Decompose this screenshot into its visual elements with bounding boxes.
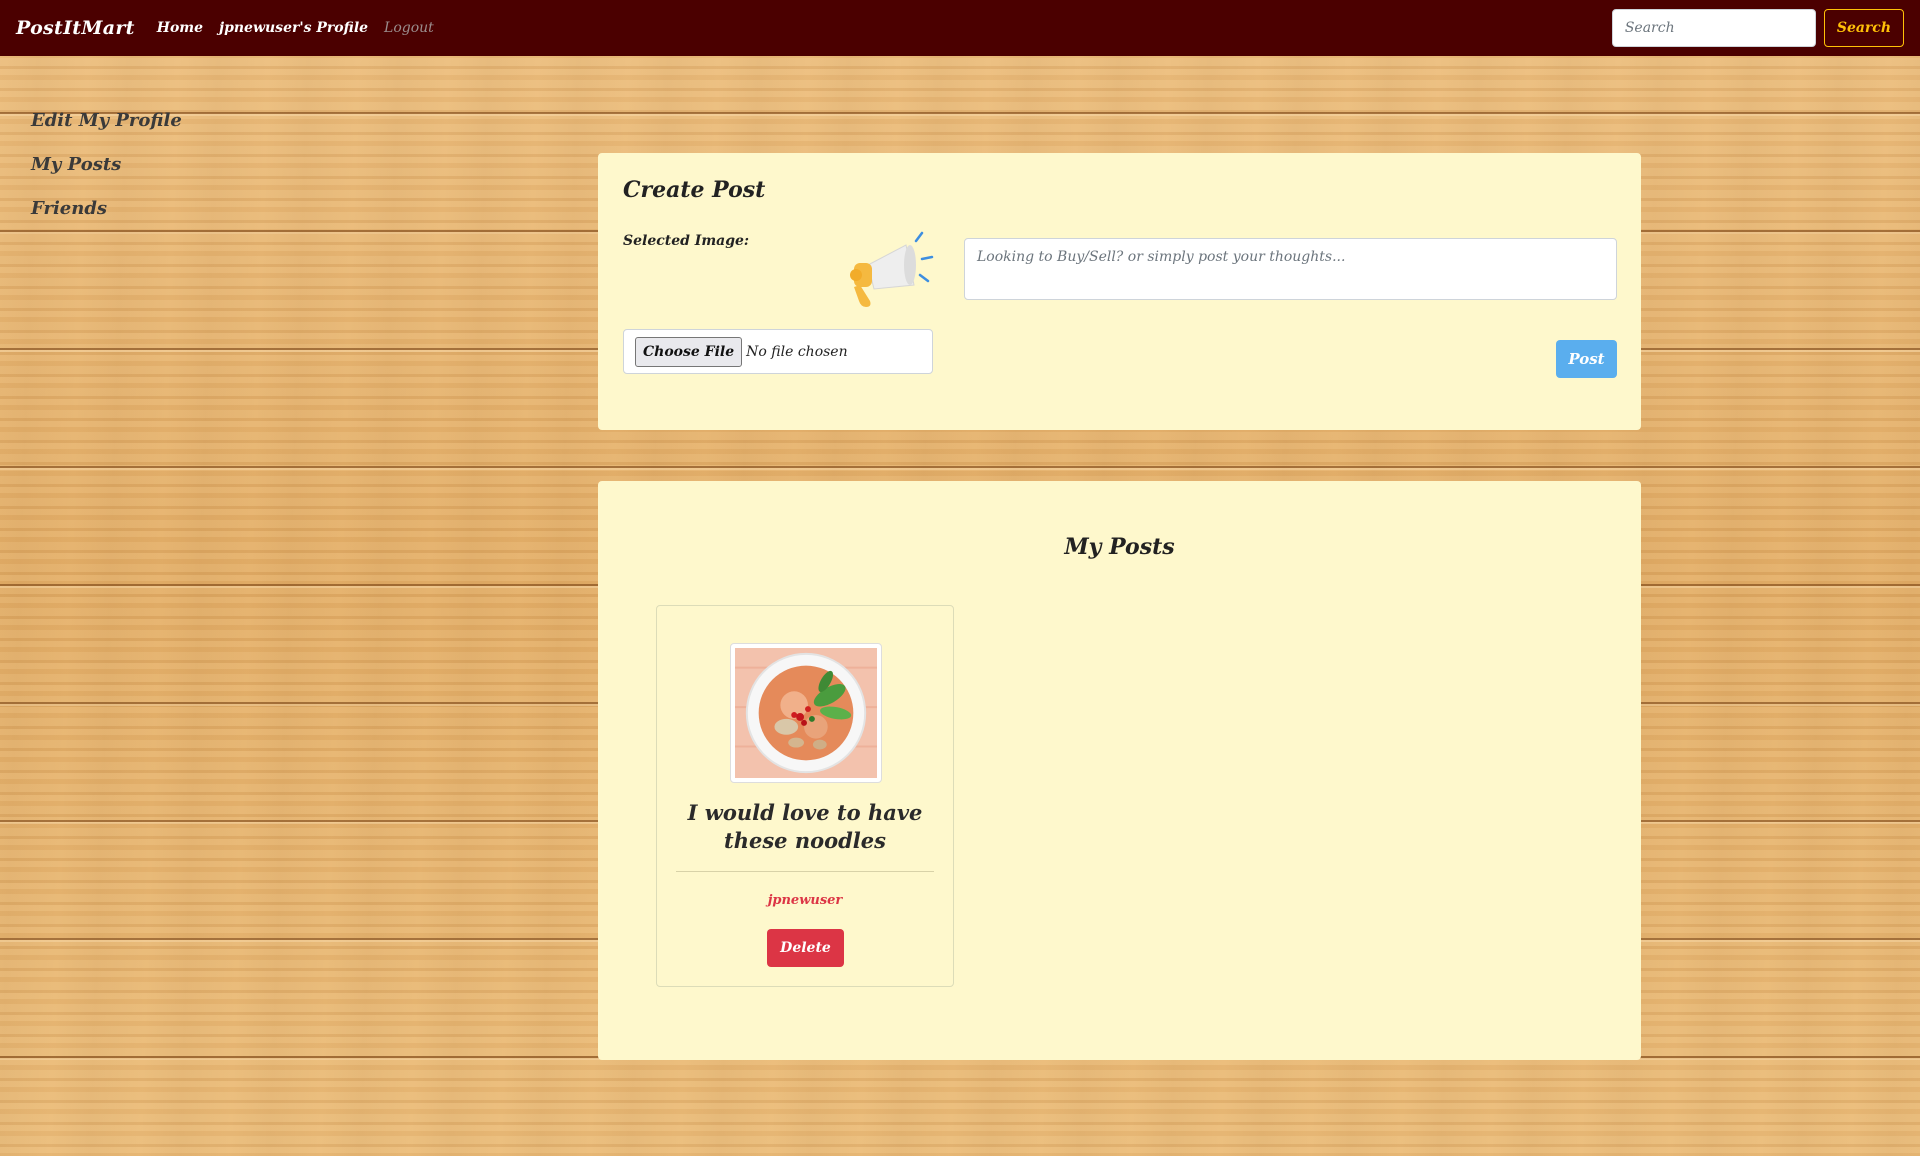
nav-profile-link[interactable]: jpnewuser's Profile [219, 20, 368, 36]
no-file-text: No file chosen [746, 343, 848, 360]
create-post-title: Create Post [623, 177, 766, 203]
sidebar: Edit My Profile My Posts Friends [31, 110, 182, 242]
search-button[interactable]: Search [1823, 9, 1904, 47]
nav-home-link[interactable]: Home [157, 20, 203, 36]
my-posts-panel: My Posts I would love to have these nood… [598, 481, 1641, 1060]
megaphone-icon [834, 231, 934, 313]
my-posts-title: My Posts [1064, 534, 1175, 560]
sidebar-item-friends[interactable]: Friends [31, 198, 182, 219]
top-navbar: PostItMart Home jpnewuser's Profile Logo… [0, 0, 1920, 56]
nav-search-form: Search [1611, 9, 1904, 47]
post-author-link[interactable]: jpnewuser [657, 893, 953, 908]
delete-post-button[interactable]: Delete [767, 929, 844, 967]
post-content-textarea[interactable] [964, 238, 1617, 300]
post-card: I would love to have these noodles jpnew… [656, 605, 954, 987]
create-post-panel: Create Post Selected Image: Choose File … [598, 153, 1641, 430]
noodle-bowl-photo [735, 648, 877, 778]
selected-image-label: Selected Image: [623, 233, 750, 249]
post-image [730, 643, 882, 783]
card-divider [676, 871, 934, 872]
sidebar-item-my-posts[interactable]: My Posts [31, 154, 182, 175]
post-text: I would love to have these noodles [687, 800, 923, 853]
brand-logo-link[interactable]: PostItMart [16, 17, 135, 39]
choose-file-button[interactable]: Choose File [635, 336, 743, 367]
search-input[interactable] [1611, 9, 1816, 47]
nav-logout-link[interactable]: Logout [384, 20, 434, 36]
file-input[interactable]: Choose File No file chosen [623, 329, 933, 374]
sidebar-item-edit-profile[interactable]: Edit My Profile [31, 110, 182, 131]
post-button[interactable]: Post [1556, 340, 1617, 378]
